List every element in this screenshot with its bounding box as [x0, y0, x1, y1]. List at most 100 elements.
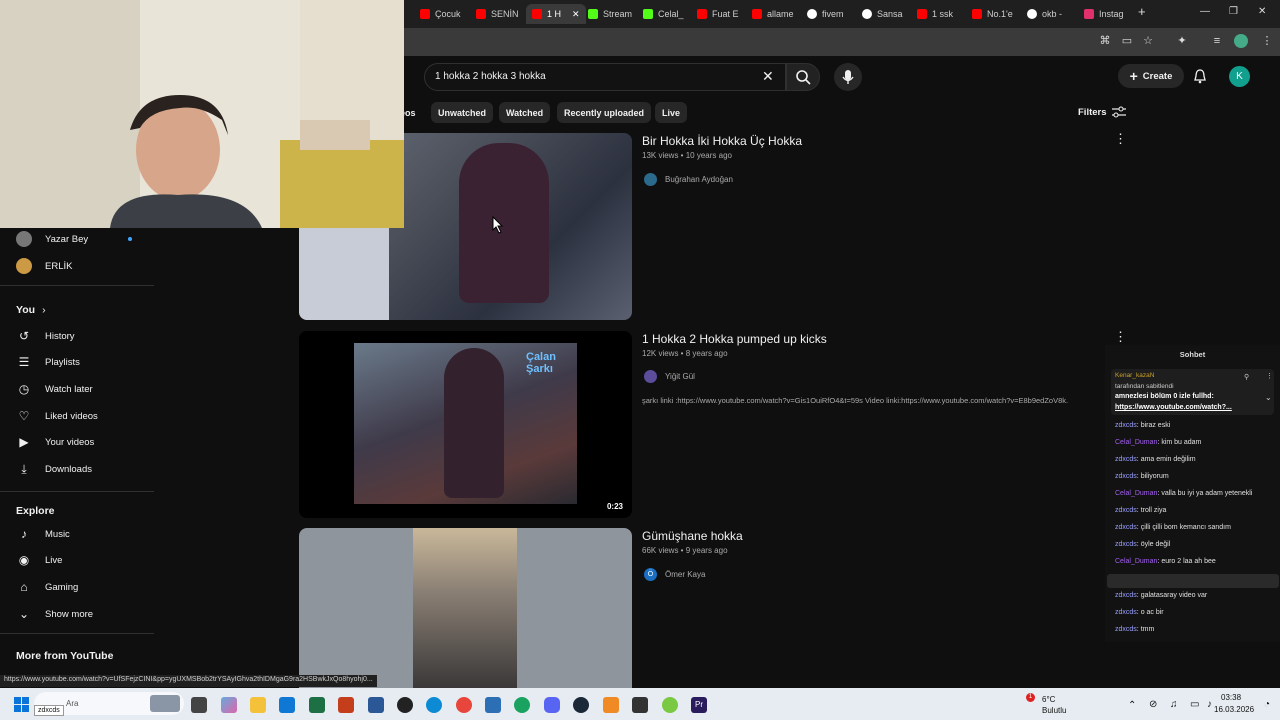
- discord-icon[interactable]: [544, 697, 560, 713]
- network-icon[interactable]: ⊘: [1149, 699, 1157, 710]
- terminal-icon[interactable]: [632, 697, 648, 713]
- tab-close-icon[interactable]: ✕: [572, 9, 580, 20]
- sidebar-item-live[interactable]: ◉ Live: [16, 548, 63, 572]
- chat-username[interactable]: zdxcds: [1115, 609, 1137, 616]
- sidebar-item-watch-later[interactable]: ◷ Watch later: [16, 377, 93, 401]
- windows-start-icon[interactable]: [14, 697, 29, 712]
- word-icon[interactable]: [368, 697, 384, 713]
- clear-search-icon[interactable]: ✕: [762, 68, 774, 85]
- search-input[interactable]: 1 hokka 2 hokka 3 hokka: [424, 63, 786, 91]
- bookmark-star-icon[interactable]: ☆: [1141, 34, 1155, 48]
- tab-2[interactable]: SENİN: [476, 4, 519, 24]
- tab-7[interactable]: allame: [752, 4, 794, 24]
- edge-icon[interactable]: [426, 697, 442, 713]
- video-thumbnail[interactable]: Çalan Şarkı 0:23: [299, 331, 632, 518]
- tab-6[interactable]: Fuat E: [697, 4, 739, 24]
- sidebar-item-liked-videos[interactable]: ♡ Liked videos: [16, 404, 98, 428]
- more-actions-icon[interactable]: ⋮: [1114, 329, 1127, 345]
- search-button[interactable]: [786, 63, 820, 91]
- channel-link[interactable]: Buğrahan Aydoğan: [644, 173, 733, 186]
- display-icon[interactable]: ▭: [1190, 699, 1199, 710]
- tab-8[interactable]: fivem: [807, 4, 844, 24]
- chat-username[interactable]: zdxcds: [1115, 422, 1137, 429]
- sidebar-item-downloads[interactable]: ⤓ Downloads: [16, 457, 92, 481]
- sidebar-item-your-videos[interactable]: ▶ Your videos: [16, 430, 94, 454]
- weather-widget[interactable]: 1 6°C Bulutlu: [1022, 692, 1082, 716]
- sidebar-item-history[interactable]: ↺ History: [16, 324, 75, 348]
- clock-time[interactable]: 03:38: [1221, 693, 1241, 702]
- chat-username[interactable]: zdxcds: [1115, 541, 1137, 548]
- microphone-app-icon[interactable]: [603, 697, 619, 713]
- more-actions-icon[interactable]: ⋮: [1266, 372, 1273, 380]
- tab-10[interactable]: 1 ssk: [917, 4, 953, 24]
- sidebar-item-show-more[interactable]: ⌄ Show more: [16, 602, 93, 626]
- translate-icon[interactable]: ⌘: [1098, 34, 1112, 48]
- channel-link[interactable]: Yiğit Gül: [644, 370, 695, 383]
- extensions-icon[interactable]: ✦: [1175, 34, 1189, 48]
- chat-username[interactable]: zdxcds: [1115, 473, 1137, 480]
- browser-menu-icon[interactable]: ⋮: [1260, 34, 1274, 48]
- chip-unwatched[interactable]: Unwatched: [431, 102, 494, 123]
- notifications-tray-icon[interactable]: ◔: [1264, 699, 1270, 710]
- tab-1[interactable]: Çocuk: [420, 4, 461, 24]
- voice-search-button[interactable]: [834, 63, 862, 91]
- tab-9[interactable]: Sansa: [862, 4, 903, 24]
- maximize-button[interactable]: ❐: [1229, 6, 1238, 17]
- filters-button[interactable]: Filters: [1078, 106, 1126, 118]
- file-explorer-icon[interactable]: [250, 697, 266, 713]
- video-title[interactable]: 1 Hokka 2 Hokka pumped up kicks: [642, 332, 827, 346]
- chat-username[interactable]: Celal_Duman: [1115, 490, 1157, 497]
- copilot-icon[interactable]: [221, 697, 237, 713]
- tab-5[interactable]: Celal_: [643, 4, 684, 24]
- media-control-icon[interactable]: ≡: [1210, 34, 1224, 48]
- obs-icon[interactable]: [397, 697, 413, 713]
- pinned-link[interactable]: https://www.youtube.com/watch?...: [1115, 404, 1232, 411]
- profile-icon[interactable]: [1234, 34, 1248, 48]
- chat-username[interactable]: zdxcds: [1115, 626, 1137, 633]
- video-title[interactable]: Gümüşhane hokka: [642, 529, 743, 543]
- chat-username[interactable]: zdxcds: [1115, 524, 1137, 531]
- cast-icon[interactable]: ▭: [1120, 34, 1134, 48]
- create-button[interactable]: + Create: [1118, 64, 1184, 88]
- minimize-button[interactable]: —: [1200, 6, 1210, 17]
- chip-recently-uploaded[interactable]: Recently uploaded: [557, 102, 652, 123]
- volume-icon[interactable]: ♪: [1207, 699, 1212, 710]
- chip-live[interactable]: Live: [655, 102, 688, 123]
- you-heading[interactable]: You ›: [16, 304, 46, 316]
- chip-watched[interactable]: Watched: [499, 102, 551, 123]
- microphone-tray-icon[interactable]: ♫: [1170, 699, 1178, 710]
- tab-active[interactable]: 1 H ✕: [526, 4, 586, 24]
- sidebar-item-playlists[interactable]: ☰ Playlists: [16, 350, 80, 374]
- excel-icon[interactable]: [309, 697, 325, 713]
- close-window-button[interactable]: ✕: [1258, 6, 1266, 17]
- tab-11[interactable]: No.1'e: [972, 4, 1013, 24]
- video-thumbnail[interactable]: [299, 528, 632, 688]
- tab-12[interactable]: okb -: [1027, 4, 1062, 24]
- chevron-down-icon[interactable]: ⌄: [1265, 393, 1272, 402]
- steam-icon[interactable]: [573, 697, 589, 713]
- chrome-profile-icon[interactable]: [514, 697, 530, 713]
- chat-username[interactable]: Celal_Duman: [1115, 558, 1157, 565]
- chrome-icon[interactable]: [456, 697, 472, 713]
- video-title[interactable]: Bir Hokka İki Hokka Üç Hokka: [642, 134, 802, 148]
- clock-date[interactable]: 16.03.2026: [1214, 705, 1254, 714]
- notifications-button[interactable]: [1192, 68, 1208, 89]
- premiere-icon[interactable]: Pr: [691, 697, 707, 713]
- powerpoint-icon[interactable]: [338, 697, 354, 713]
- new-tab-button[interactable]: +: [1138, 4, 1146, 19]
- chat-username[interactable]: zdxcds: [1115, 456, 1137, 463]
- tab-13[interactable]: Instag: [1084, 4, 1124, 24]
- chevron-up-icon[interactable]: ⌃: [1128, 700, 1136, 711]
- pin-icon[interactable]: ⚲: [1244, 373, 1249, 381]
- store-icon[interactable]: [279, 697, 295, 713]
- account-avatar[interactable]: K: [1229, 66, 1250, 87]
- tab-4[interactable]: Stream: [588, 4, 632, 24]
- sidebar-item-gaming[interactable]: ⌂ Gaming: [16, 575, 78, 599]
- utorrent-icon[interactable]: [662, 697, 678, 713]
- calculator-icon[interactable]: [485, 697, 501, 713]
- task-view-icon[interactable]: [191, 697, 207, 713]
- subscription-erlik[interactable]: ERLİK: [16, 254, 72, 278]
- sidebar-item-music[interactable]: ♪ Music: [16, 522, 70, 546]
- channel-link[interactable]: Ö Ömer Kaya: [644, 568, 705, 581]
- chat-username[interactable]: zdxcds: [1115, 507, 1137, 514]
